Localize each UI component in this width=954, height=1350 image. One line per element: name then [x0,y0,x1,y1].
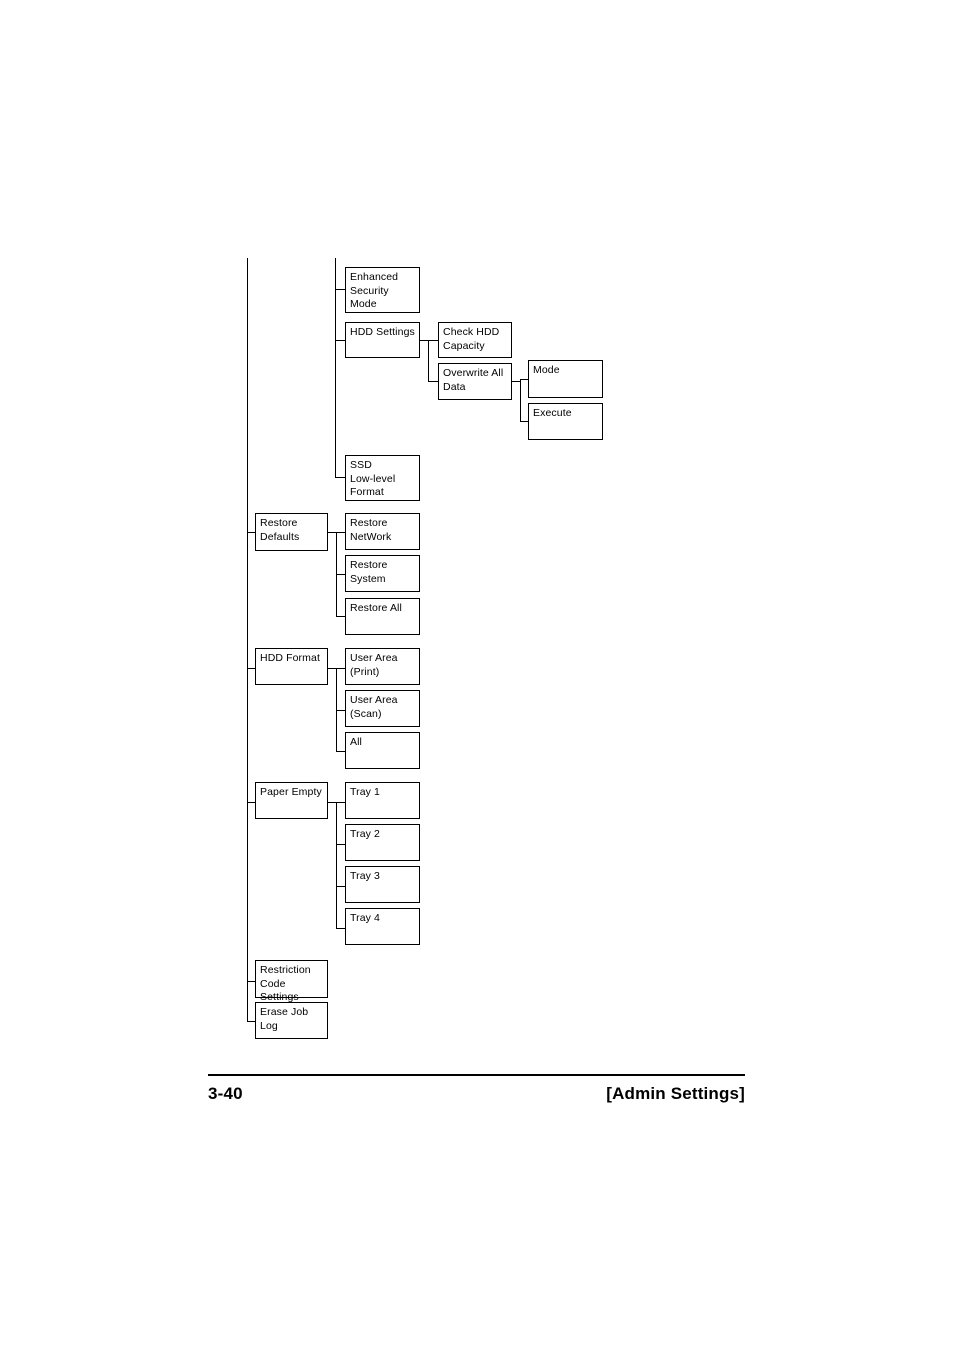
node-restore-all[interactable]: Restore All [345,598,420,635]
node-user-area-scan[interactable]: User Area (Scan) [345,690,420,727]
node-restriction-code-settings[interactable]: Restriction Code Settings [255,960,328,1003]
connector-restriction-code-settings [247,981,255,983]
node-overwrite-all-data[interactable]: Overwrite All Data [438,363,512,400]
footer-section-title: [Admin Settings] [606,1084,745,1103]
branch-line-paper-empty-children [336,802,338,928]
connector-paper-empty-out [328,802,336,804]
connector-tray-2 [336,844,345,846]
branch-line-security-group [335,258,337,478]
connector-enhanced-security-mode [335,289,345,291]
connector-tray-1 [336,802,345,804]
connector-ssd-low-level-format [335,477,345,479]
node-execute[interactable]: Execute [528,403,603,440]
node-erase-job-log[interactable]: Erase Job Log [255,1002,328,1039]
connector-all [336,751,345,753]
connector-hdd-format-out [328,668,336,670]
trunk-line-main [247,258,249,1022]
connector-restore-defaults-out [328,532,336,534]
menu-tree-diagram: Enhanced Security Mode HDD Settings SSD … [0,0,954,1060]
connector-check-hdd-capacity [428,340,438,342]
node-all[interactable]: All [345,732,420,769]
node-tray-1[interactable]: Tray 1 [345,782,420,819]
node-tray-2[interactable]: Tray 2 [345,824,420,861]
node-enhanced-security-mode[interactable]: Enhanced Security Mode [345,267,420,313]
connector-paper-empty [247,802,255,804]
connector-tray-3 [336,886,345,888]
manual-page: Enhanced Security Mode HDD Settings SSD … [0,0,954,1350]
node-user-area-print[interactable]: User Area (Print) [345,648,420,685]
connector-overwrite-all-data [428,381,438,383]
page-number: 3-40 [208,1084,243,1103]
branch-line-overwrite-children [520,379,522,422]
connector-execute [520,421,528,423]
node-restore-network[interactable]: Restore NetWork [345,513,420,550]
node-paper-empty[interactable]: Paper Empty [255,782,328,819]
node-mode[interactable]: Mode [528,360,603,398]
connector-user-area-scan [336,710,345,712]
node-restore-defaults[interactable]: Restore Defaults [255,513,328,551]
footer-divider [208,1074,745,1076]
connector-tray-4 [336,928,345,930]
connector-overwrite-all-data-out [512,381,520,383]
connector-hdd-settings [335,340,345,342]
node-hdd-format[interactable]: HDD Format [255,648,328,685]
connector-hdd-settings-out [420,340,428,342]
connector-restore-defaults [247,532,255,534]
connector-hdd-format [247,668,255,670]
connector-erase-job-log [247,1021,255,1023]
connector-restore-system [336,574,345,576]
node-hdd-settings[interactable]: HDD Settings [345,322,420,358]
connector-mode [520,379,528,381]
node-ssd-low-level-format[interactable]: SSD Low-level Format [345,455,420,501]
branch-line-hdd-settings-children [428,340,430,382]
node-restore-system[interactable]: Restore System [345,555,420,592]
connector-user-area-print [336,668,345,670]
connector-restore-network [336,532,345,534]
node-tray-3[interactable]: Tray 3 [345,866,420,903]
node-tray-4[interactable]: Tray 4 [345,908,420,945]
node-check-hdd-capacity[interactable]: Check HDD Capacity [438,322,512,358]
connector-restore-all [336,616,345,618]
